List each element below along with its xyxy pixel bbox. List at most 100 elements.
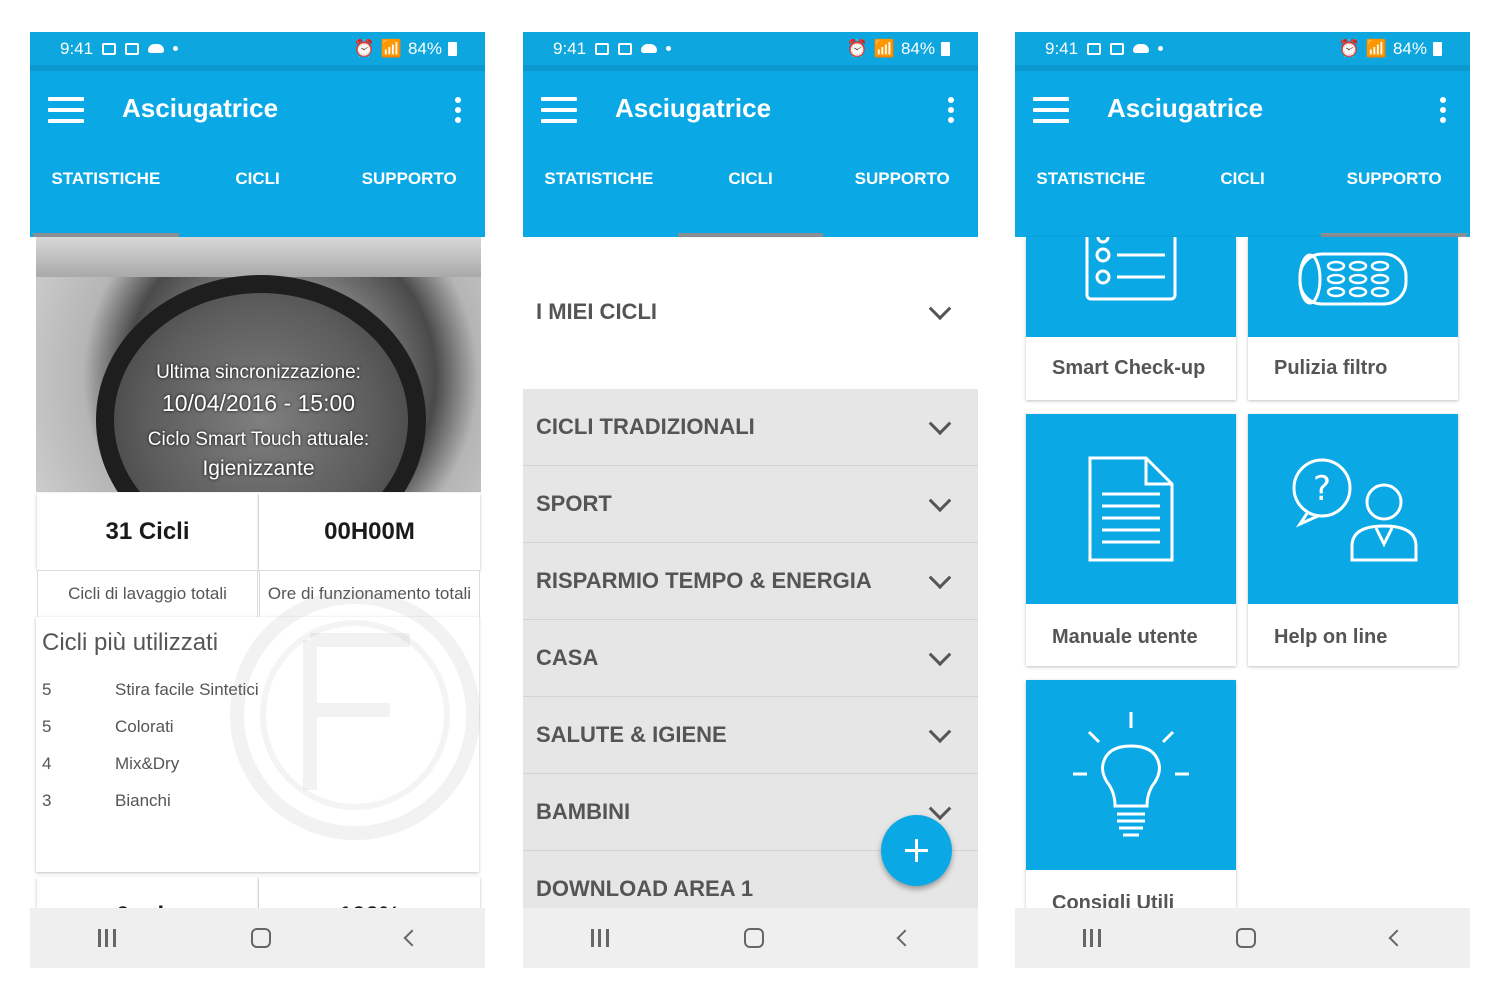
cycle-count: 3 [42,791,52,810]
status-time: 9:41 [1045,38,1079,58]
tab-cicli[interactable]: CICLI [1167,159,1319,237]
chevron-down-icon [928,297,952,321]
chevron-down-icon [928,720,952,744]
cloud-icon [148,44,165,53]
back-icon[interactable] [896,929,913,947]
dryer-hero-image: Ultima sincronizzazione: 10/04/2016 - 15… [36,237,481,492]
category-label: CICLI TRADIZIONALI [536,414,755,439]
hours-count: 00H00M [259,493,480,570]
image-icon [125,42,140,55]
tile-help-online[interactable]: ? Help on line [1248,414,1458,666]
app-bar: Asciugatrice STATISTICHE CICLI SUPPORTO [1015,65,1470,237]
back-icon[interactable] [1388,929,1405,947]
battery-icon [941,41,950,56]
chevron-down-icon [928,412,952,436]
category-label: CASA [536,645,599,670]
battery-level: 84% [407,38,442,58]
tile-image [1026,680,1236,870]
notification-dot-icon [666,46,672,51]
hamburger-menu-icon[interactable] [541,97,577,123]
tab-statistiche[interactable]: STATISTICHE [1015,159,1167,237]
battery-level: 84% [900,38,935,58]
my-cycles-row[interactable]: I MIEI CICLI [523,237,978,387]
category-row[interactable]: SPORT [523,466,978,543]
tile-user-manual[interactable]: Manuale utente [1026,414,1236,666]
status-time: 9:41 [60,38,94,58]
tab-bar: STATISTICHE CICLI SUPPORTO [523,159,978,237]
cycle-count: 5 [42,717,52,736]
tab-supporto[interactable]: SUPPORTO [1318,159,1470,237]
help-support-icon: ? [1292,458,1418,562]
filter-icon [1298,252,1408,306]
home-icon[interactable] [743,928,764,948]
wifi-icon: 📶 [873,38,895,58]
category-row[interactable]: CASA [523,620,978,697]
chevron-down-icon [928,489,952,513]
hamburger-menu-icon[interactable] [48,97,84,123]
tab-cicli[interactable]: CICLI [675,159,827,237]
checklist-icon [1085,237,1177,301]
tab-cicli[interactable]: CICLI [182,159,334,237]
notification-dot-icon [1158,46,1164,51]
tile-label: Pulizia filtro [1274,357,1388,379]
tile-image [1026,237,1236,337]
tab-statistiche[interactable]: STATISTICHE [30,159,182,237]
tile-label: Smart Check-up [1052,357,1206,379]
tile-useful-tips[interactable]: Consigli Utili [1026,680,1236,932]
phone-support-screen: 9:41 ⏰ 📶 84% Asciugatrice STATISTICHE CI… [1015,32,1470,968]
tile-image [1026,414,1236,604]
recents-icon[interactable] [97,929,116,947]
chevron-down-icon [928,566,952,590]
category-label: DOWNLOAD AREA 1 [536,876,754,901]
chevron-down-icon [928,643,952,667]
category-row[interactable]: CICLI TRADIZIONALI [523,389,978,466]
alarm-icon: ⏰ [846,38,868,58]
cycles-count: 31 Cicli [37,493,258,570]
most-used-card: Cicli più utilizzati 5 Stira facile Sint… [36,617,479,872]
more-vert-icon[interactable] [455,97,461,123]
battery-icon [448,41,457,56]
recents-icon[interactable] [590,929,609,947]
tab-supporto[interactable]: SUPPORTO [333,159,485,237]
sync-time: 10/04/2016 - 15:00 [161,390,356,416]
current-cycle: Igienizzante [202,457,315,480]
image-icon [1087,42,1102,55]
app-title: Asciugatrice [122,93,279,123]
system-nav-bar [1015,908,1470,968]
phone-statistics-screen: 9:41 ⏰ 📶 84% Asciugatrice STATISTICHE CI… [30,32,485,968]
tab-bar: STATISTICHE CICLI SUPPORTO [30,159,485,237]
chevron-down-icon [928,797,952,821]
category-label: SPORT [536,491,612,516]
back-icon[interactable] [403,929,420,947]
status-bar: 9:41 ⏰ 📶 84% [30,32,485,65]
category-label: BAMBINI [536,799,631,824]
tab-supporto[interactable]: SUPPORTO [826,159,978,237]
home-icon[interactable] [250,928,271,948]
hours-caption: Ore di funzionamento totali [259,570,480,618]
tile-label: Help on line [1274,626,1388,648]
document-icon [1088,456,1174,562]
category-row[interactable]: SALUTE & IGIENE [523,697,978,774]
gallery-icon [618,42,633,55]
tile-smart-checkup[interactable]: Smart Check-up [1026,237,1236,400]
home-icon[interactable] [1235,928,1256,948]
category-row[interactable]: RISPARMIO TEMPO & ENERGIA [523,543,978,620]
wifi-icon: 📶 [1365,38,1387,58]
category-label: RISPARMIO TEMPO & ENERGIA [536,568,872,593]
battery-level: 84% [1392,38,1427,58]
dryer-control-panel [36,237,481,277]
image-icon [595,42,610,55]
tile-filter-cleaning[interactable]: Pulizia filtro [1248,237,1458,400]
status-bar: 9:41 ⏰ 📶 84% [1015,32,1470,65]
cycle-name: Stira facile Sintetici [115,680,259,699]
tab-statistiche[interactable]: STATISTICHE [523,159,675,237]
add-cycle-button[interactable] [881,815,952,886]
more-vert-icon[interactable] [948,97,954,123]
recents-icon[interactable] [1082,929,1101,947]
alarm-icon: ⏰ [1338,38,1360,58]
system-nav-bar [30,908,485,968]
phone-cycles-screen: 9:41 ⏰ 📶 84% Asciugatrice STATISTICHE CI… [523,32,978,968]
hamburger-menu-icon[interactable] [1033,97,1069,123]
more-vert-icon[interactable] [1440,97,1446,123]
wifi-icon: 📶 [380,38,402,58]
